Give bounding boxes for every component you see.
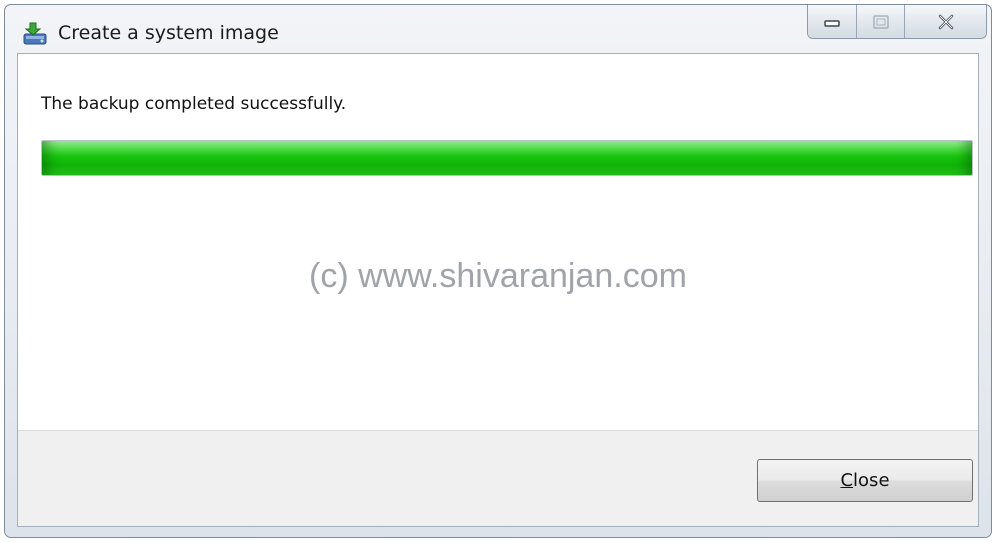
maximize-icon — [872, 14, 889, 29]
close-icon — [938, 14, 953, 29]
progress-bar — [41, 140, 973, 176]
dialog-window: Create a system image The backup complet… — [4, 4, 992, 538]
backup-icon — [23, 22, 47, 45]
close-button[interactable]: Close — [757, 459, 973, 502]
maximize-button[interactable] — [856, 5, 904, 38]
title-bar[interactable]: Create a system image — [5, 5, 991, 53]
close-button-label: lose — [853, 470, 890, 491]
minimize-icon — [824, 19, 840, 27]
window-title: Create a system image — [58, 22, 279, 44]
minimize-button[interactable] — [808, 5, 856, 38]
close-window-button[interactable] — [904, 5, 986, 38]
progress-fill — [42, 141, 972, 175]
caption-buttons — [807, 5, 987, 39]
dialog-footer: Close — [18, 430, 978, 526]
watermark-text: (c) www.shivaranjan.com — [309, 257, 687, 295]
dialog-content: The backup completed successfully. (c) w… — [17, 53, 979, 527]
close-button-mnemonic: C — [840, 470, 854, 491]
status-message: The backup completed successfully. — [41, 94, 347, 114]
